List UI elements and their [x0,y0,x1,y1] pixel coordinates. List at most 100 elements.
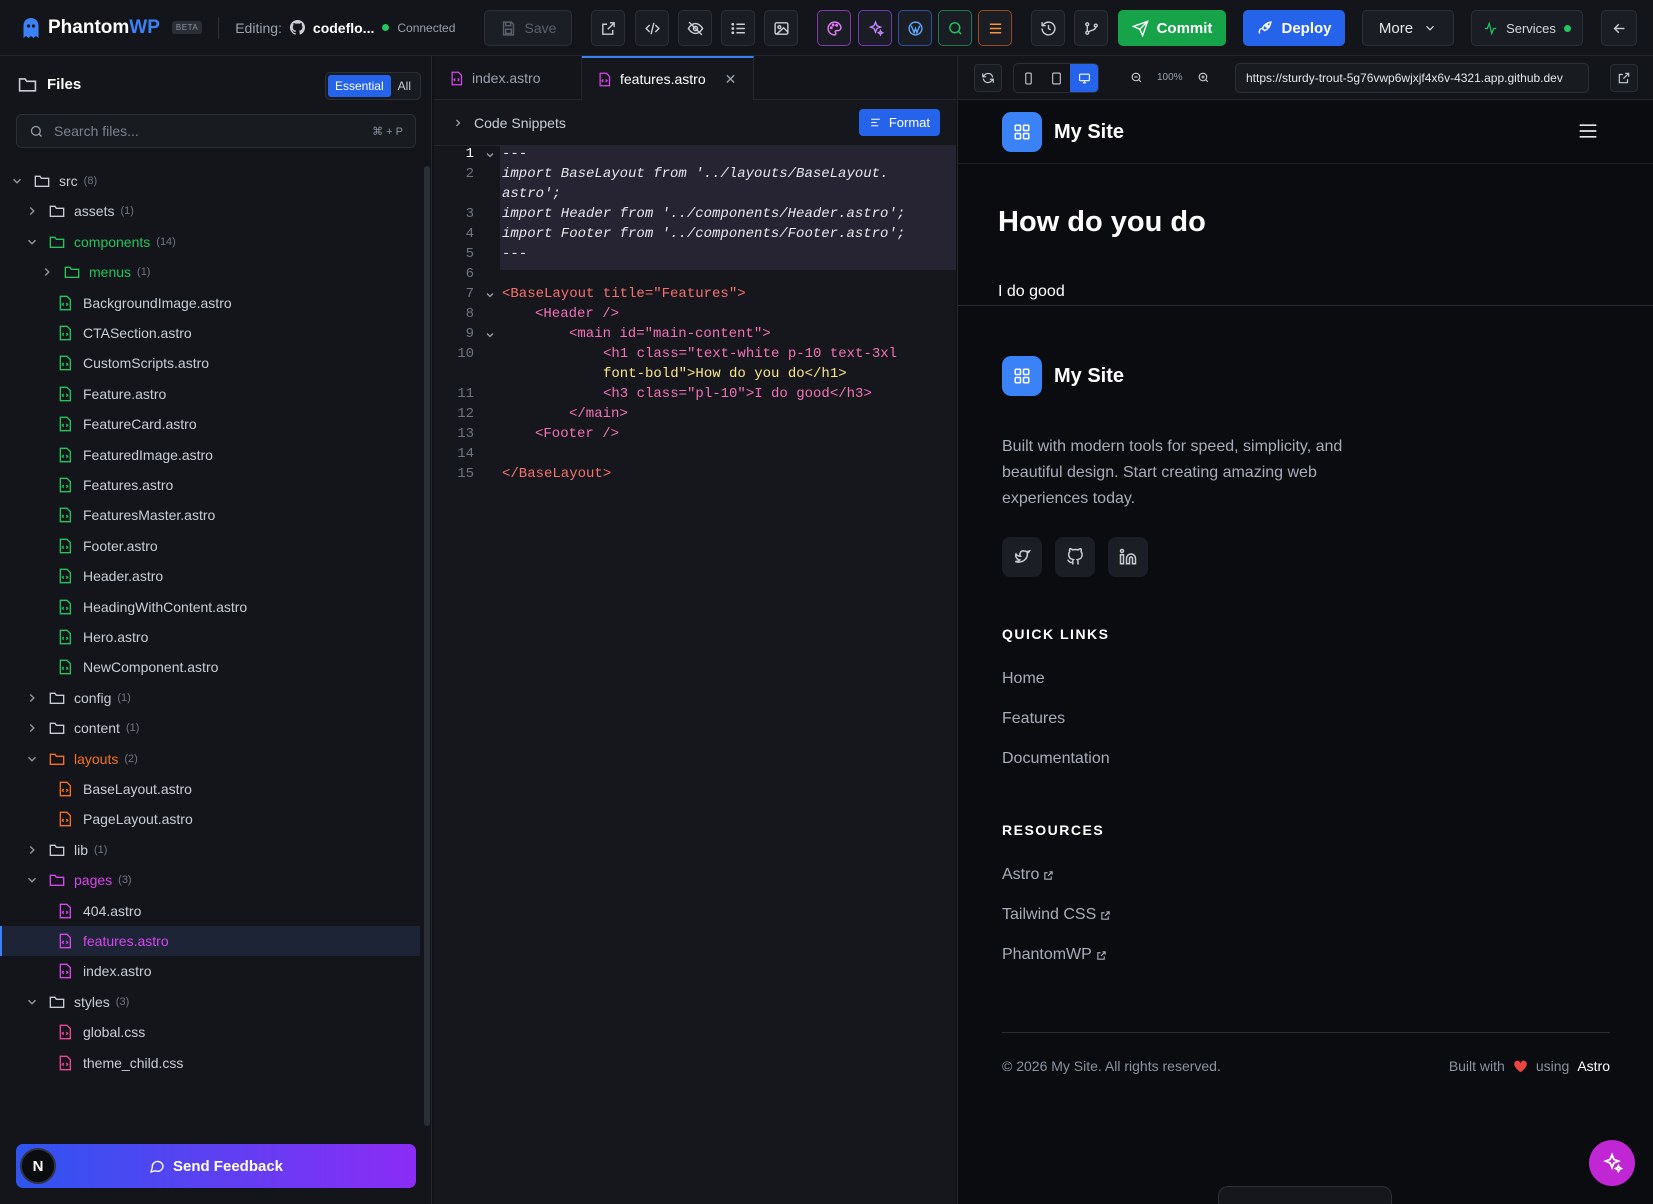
theme-button[interactable] [817,10,851,46]
history-button[interactable] [1031,10,1065,46]
site-brand[interactable]: My Site [1002,112,1124,152]
fold-chevron-icon[interactable] [484,289,496,301]
search-site-button[interactable] [938,10,972,46]
tree-file[interactable]: PageLayout.astro [0,804,420,834]
open-preview-external-button[interactable] [1610,64,1638,92]
tree-file[interactable]: FeaturedImage.astro [0,440,420,470]
wordpress-icon [907,20,923,36]
desktop-view-button[interactable] [1070,64,1098,92]
media-button[interactable] [764,10,798,46]
resource-link-astro[interactable]: Astro [1002,866,1054,884]
tree-folder[interactable]: layouts (2) [0,744,420,774]
file-code-icon [58,963,74,979]
tree-file[interactable]: FeaturesMaster.astro [0,500,420,530]
rendered-site: My Site How do you do I do good My Site … [958,100,1653,1204]
zoom-out-icon[interactable] [1130,71,1143,84]
send-feedback-button[interactable]: Send Feedback [16,1144,416,1188]
filter-essential[interactable]: Essential [327,75,391,97]
twitter-link[interactable] [1002,537,1042,577]
bottom-dock[interactable] [1218,1186,1392,1204]
branch-button[interactable] [1074,10,1108,46]
file-search-input[interactable] [54,123,363,139]
tree-folder[interactable]: components (14) [0,227,420,257]
github-link[interactable] [1055,537,1095,577]
ai-button[interactable] [858,10,892,46]
code-view-button[interactable] [635,10,669,46]
tree-folder[interactable]: src (8) [0,166,420,196]
tablet-view-button[interactable] [1042,64,1070,92]
code-snippets-bar[interactable]: Code Snippets Format [434,100,956,146]
tree-file[interactable]: global.css [0,1017,420,1047]
wordpress-button[interactable] [898,10,932,46]
resource-link-tailwind[interactable]: Tailwind CSS [1002,906,1111,924]
close-tab-icon[interactable]: ✕ [725,71,737,88]
fold-chevron-icon[interactable] [484,149,496,161]
tree-file[interactable]: 404.astro [0,896,420,926]
tree-file[interactable]: CustomScripts.astro [0,348,420,378]
mobile-view-button[interactable] [1014,64,1042,92]
sidebar-scrollbar[interactable] [424,166,430,1126]
chevron-right-icon[interactable] [25,204,39,218]
tree-folder[interactable]: lib (1) [0,835,420,865]
format-button[interactable]: Format [858,109,940,136]
tree-file[interactable]: BackgroundImage.astro [0,288,420,318]
chevron-down-icon[interactable] [25,873,39,887]
tree-folder[interactable]: config (1) [0,683,420,713]
open-external-button[interactable] [591,10,625,46]
tree-file[interactable]: CTASection.astro [0,318,420,348]
tree-file[interactable]: Footer.astro [0,531,420,561]
tree-file[interactable]: index.astro [0,956,420,986]
chevron-down-icon[interactable] [10,174,24,188]
app-logo[interactable]: PhantomWP BETA [22,17,203,39]
chevron-down-icon[interactable] [25,235,39,249]
footer-brand[interactable]: My Site [1002,356,1124,396]
tree-file[interactable]: NewComponent.astro [0,652,420,682]
tree-file[interactable]: Header.astro [0,561,420,591]
hamburger-menu-icon[interactable] [1578,122,1598,140]
fold-chevron-icon[interactable] [484,329,496,341]
tree-folder[interactable]: content (1) [0,713,420,743]
preview-url[interactable]: https://sturdy-trout-5g76vwp6wjxjf4x6v-4… [1235,63,1589,93]
resource-link-phantomwp[interactable]: PhantomWP [1002,946,1107,964]
collapse-panel-button[interactable] [1601,10,1637,46]
tree-file[interactable]: Feature.astro [0,379,420,409]
tree-file[interactable]: features.astro [0,926,420,956]
chevron-right-icon[interactable] [25,691,39,705]
chevron-right-icon[interactable] [25,843,39,857]
services-button[interactable]: Services [1471,10,1583,46]
astro-link[interactable]: Astro [1577,1058,1610,1074]
tree-file[interactable]: BaseLayout.astro [0,774,420,804]
tree-file[interactable]: HeadingWithContent.astro [0,592,420,622]
refresh-button[interactable] [974,64,1002,92]
hide-preview-button[interactable] [678,10,712,46]
tab-features-astro[interactable]: features.astro ✕ [582,56,754,100]
tree-folder[interactable]: styles (3) [0,987,420,1017]
tree-folder[interactable]: menus (1) [0,257,420,287]
footer-link-features[interactable]: Features [1002,710,1065,728]
footer-link-home[interactable]: Home [1002,670,1045,688]
ai-assistant-button[interactable] [1589,1140,1635,1186]
tab-index-astro[interactable]: index.astro [434,56,582,100]
avatar[interactable]: N [20,1148,56,1184]
tree-file[interactable]: FeatureCard.astro [0,409,420,439]
more-menu-button[interactable]: More [1362,10,1454,46]
tree-folder[interactable]: pages (3) [0,865,420,895]
tree-file[interactable]: theme_child.css [0,1048,420,1078]
save-button[interactable]: Save [484,10,572,46]
chevron-down-icon[interactable] [25,752,39,766]
commit-button[interactable]: Commit [1118,10,1226,46]
tree-file[interactable]: Features.astro [0,470,420,500]
chevron-down-icon[interactable] [25,995,39,1009]
filter-all[interactable]: All [391,75,418,97]
tree-file[interactable]: Hero.astro [0,622,420,652]
outline-button[interactable] [721,10,755,46]
linkedin-link[interactable] [1108,537,1148,577]
menu-editor-button[interactable] [978,10,1012,46]
zoom-in-icon[interactable] [1197,71,1210,84]
deploy-button[interactable]: Deploy [1243,10,1345,46]
repo-name[interactable]: codeflo... [313,20,374,36]
chevron-right-icon[interactable] [25,721,39,735]
footer-link-documentation[interactable]: Documentation [1002,750,1110,768]
chevron-right-icon[interactable] [40,265,54,279]
tree-folder[interactable]: assets (1) [0,196,420,226]
